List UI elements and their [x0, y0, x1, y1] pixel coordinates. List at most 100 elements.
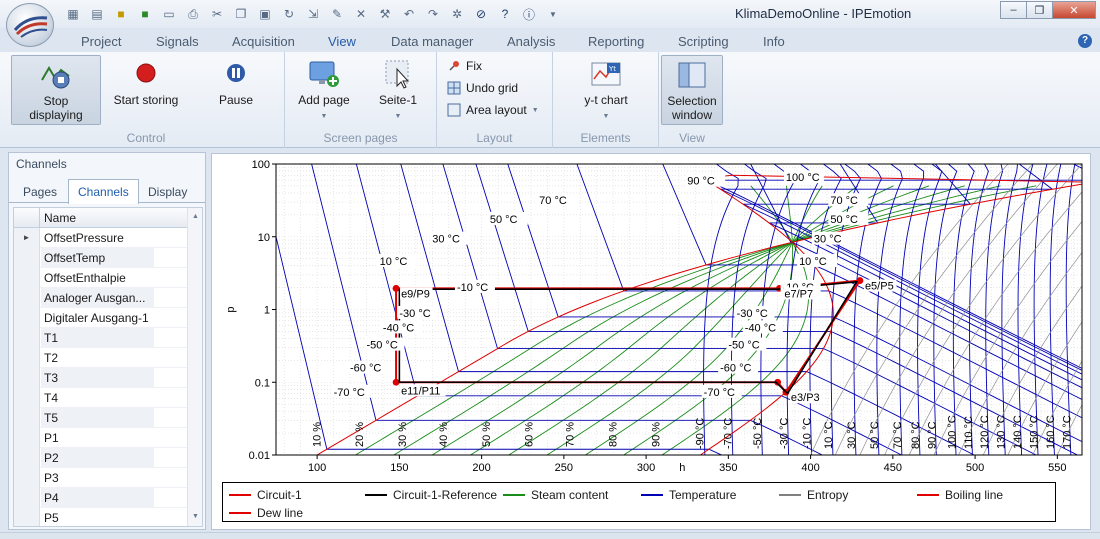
scroll-down-icon[interactable]: ▼: [188, 510, 202, 524]
channel-row[interactable]: OffsetTemp: [14, 248, 188, 268]
fix-button[interactable]: Fix: [447, 57, 482, 75]
x-tick-label: 500: [966, 462, 984, 474]
row-selector[interactable]: [14, 248, 40, 268]
info-icon[interactable]: ⓘ: [518, 4, 540, 24]
pause-button[interactable]: Pause: [203, 55, 269, 125]
help-circle-icon[interactable]: ?: [494, 4, 516, 24]
title-bar: ▦ ▤ ■ ■ ▭ ⎙ ✂ ❐ ▣ ↻ ⇲ ✎ ✕ ⚒ ↶ ↷ ✲ ⊘ ? ⓘ …: [0, 0, 1100, 28]
pause-label: Pause: [218, 93, 254, 107]
tab-channels[interactable]: Channels: [68, 179, 139, 204]
channel-row[interactable]: P4: [14, 488, 188, 508]
legend-item[interactable]: Circuit-1: [229, 488, 302, 502]
channel-row[interactable]: T2: [14, 348, 188, 368]
channel-row[interactable]: T3: [14, 368, 188, 388]
legend-item[interactable]: Entropy: [779, 488, 848, 502]
grid-scrollbar[interactable]: ▲ ▼: [187, 208, 202, 526]
channel-row[interactable]: P1: [14, 428, 188, 448]
channel-row[interactable]: ► OffsetPressure: [14, 228, 188, 248]
channel-row[interactable]: T5: [14, 408, 188, 428]
open-project-icon[interactable]: ▤: [86, 4, 108, 24]
yt-chart-button[interactable]: Yt y-t chart ▼: [573, 55, 639, 125]
superheat-temperature-label: -90 °C: [695, 418, 707, 449]
row-selector[interactable]: [14, 288, 40, 308]
legend-item[interactable]: Temperature: [641, 488, 736, 502]
row-selector[interactable]: [14, 448, 40, 468]
row-selector[interactable]: [14, 388, 40, 408]
channel-row[interactable]: T1: [14, 328, 188, 348]
row-selector[interactable]: [14, 308, 40, 328]
channel-row[interactable]: T4: [14, 388, 188, 408]
status-bar: [0, 532, 1100, 539]
tab-scripting[interactable]: Scripting: [678, 34, 729, 49]
channel-row[interactable]: Analoger Ausgan...: [14, 288, 188, 308]
stop-displaying-button[interactable]: Stop displaying: [11, 55, 101, 125]
x-tick-label: 200: [472, 462, 490, 474]
row-selector[interactable]: [14, 368, 40, 388]
row-selector[interactable]: [14, 408, 40, 428]
save-all-icon[interactable]: ■: [134, 4, 156, 24]
close-icon[interactable]: ✕: [1052, 1, 1096, 19]
redo-icon[interactable]: ↷: [422, 4, 444, 24]
refresh-icon[interactable]: ↻: [278, 4, 300, 24]
settings-icon[interactable]: ✲: [446, 4, 468, 24]
scroll-up-icon[interactable]: ▲: [188, 210, 202, 224]
row-selector[interactable]: [14, 508, 40, 526]
legend-item[interactable]: Circuit-1-Reference: [365, 488, 497, 502]
svg-text:Yt: Yt: [608, 65, 616, 73]
grid-header: Name: [14, 208, 188, 228]
channel-row[interactable]: P5: [14, 508, 188, 526]
row-selector[interactable]: [14, 428, 40, 448]
legend-label: Circuit-1: [257, 488, 302, 502]
save-icon[interactable]: ■: [110, 4, 132, 24]
undo-grid-button[interactable]: Undo grid: [447, 79, 518, 97]
edit-icon[interactable]: ✎: [326, 4, 348, 24]
channel-row[interactable]: Digitaler Ausgang-1: [14, 308, 188, 328]
row-selector[interactable]: [14, 468, 40, 488]
row-selector[interactable]: [14, 488, 40, 508]
area-layout-button[interactable]: Area layout ▼: [447, 101, 539, 119]
copy-icon[interactable]: ❐: [230, 4, 252, 24]
print-icon[interactable]: ⎙: [182, 4, 204, 24]
customize-qat-icon[interactable]: ▼: [542, 4, 564, 24]
paste-icon[interactable]: ▣: [254, 4, 276, 24]
undo-icon[interactable]: ↶: [398, 4, 420, 24]
legend-item[interactable]: Boiling line: [917, 488, 1003, 502]
hardware-icon[interactable]: ▭: [158, 4, 180, 24]
tab-pages[interactable]: Pages: [23, 185, 57, 199]
application-menu-button[interactable]: [6, 3, 54, 47]
window-title: KlimaDemoOnline - IPEmotion: [735, 6, 912, 21]
tab-view[interactable]: View: [328, 34, 356, 49]
tab-info[interactable]: Info: [763, 34, 785, 49]
tab-reporting[interactable]: Reporting: [588, 34, 644, 49]
new-project-icon[interactable]: ▦: [62, 4, 84, 24]
delete-icon[interactable]: ✕: [350, 4, 372, 24]
row-selector[interactable]: ►: [14, 228, 40, 248]
import-icon[interactable]: ⇲: [302, 4, 324, 24]
page-selector-button[interactable]: Seite-1 ▼: [367, 55, 429, 125]
stop-sign-icon[interactable]: ⊘: [470, 4, 492, 24]
tab-analysis[interactable]: Analysis: [507, 34, 555, 49]
channel-row[interactable]: P2: [14, 448, 188, 468]
grid-header-selector[interactable]: [14, 208, 40, 228]
legend-item[interactable]: Dew line: [229, 506, 303, 520]
channel-row[interactable]: OffsetEnthalpie: [14, 268, 188, 288]
selection-window-button[interactable]: Selection window: [661, 55, 723, 125]
tab-display[interactable]: Display: [148, 185, 187, 199]
legend-item[interactable]: Steam content: [503, 488, 608, 502]
row-selector[interactable]: [14, 348, 40, 368]
restore-icon[interactable]: ❐: [1026, 1, 1053, 19]
cut-icon[interactable]: ✂: [206, 4, 228, 24]
start-storing-button[interactable]: Start storing: [106, 55, 186, 125]
ribbon-help-icon[interactable]: ?: [1078, 34, 1092, 48]
tab-signals[interactable]: Signals: [156, 34, 199, 49]
minimize-icon[interactable]: –: [1000, 1, 1027, 19]
tools-icon[interactable]: ⚒: [374, 4, 396, 24]
column-header-name[interactable]: Name: [44, 211, 76, 225]
tab-acquisition[interactable]: Acquisition: [232, 34, 295, 49]
channel-row[interactable]: P3: [14, 468, 188, 488]
row-selector[interactable]: [14, 268, 40, 288]
tab-data-manager[interactable]: Data manager: [391, 34, 473, 49]
add-page-button[interactable]: Add page ▼: [291, 55, 357, 125]
row-selector[interactable]: [14, 328, 40, 348]
tab-project[interactable]: Project: [81, 34, 121, 49]
